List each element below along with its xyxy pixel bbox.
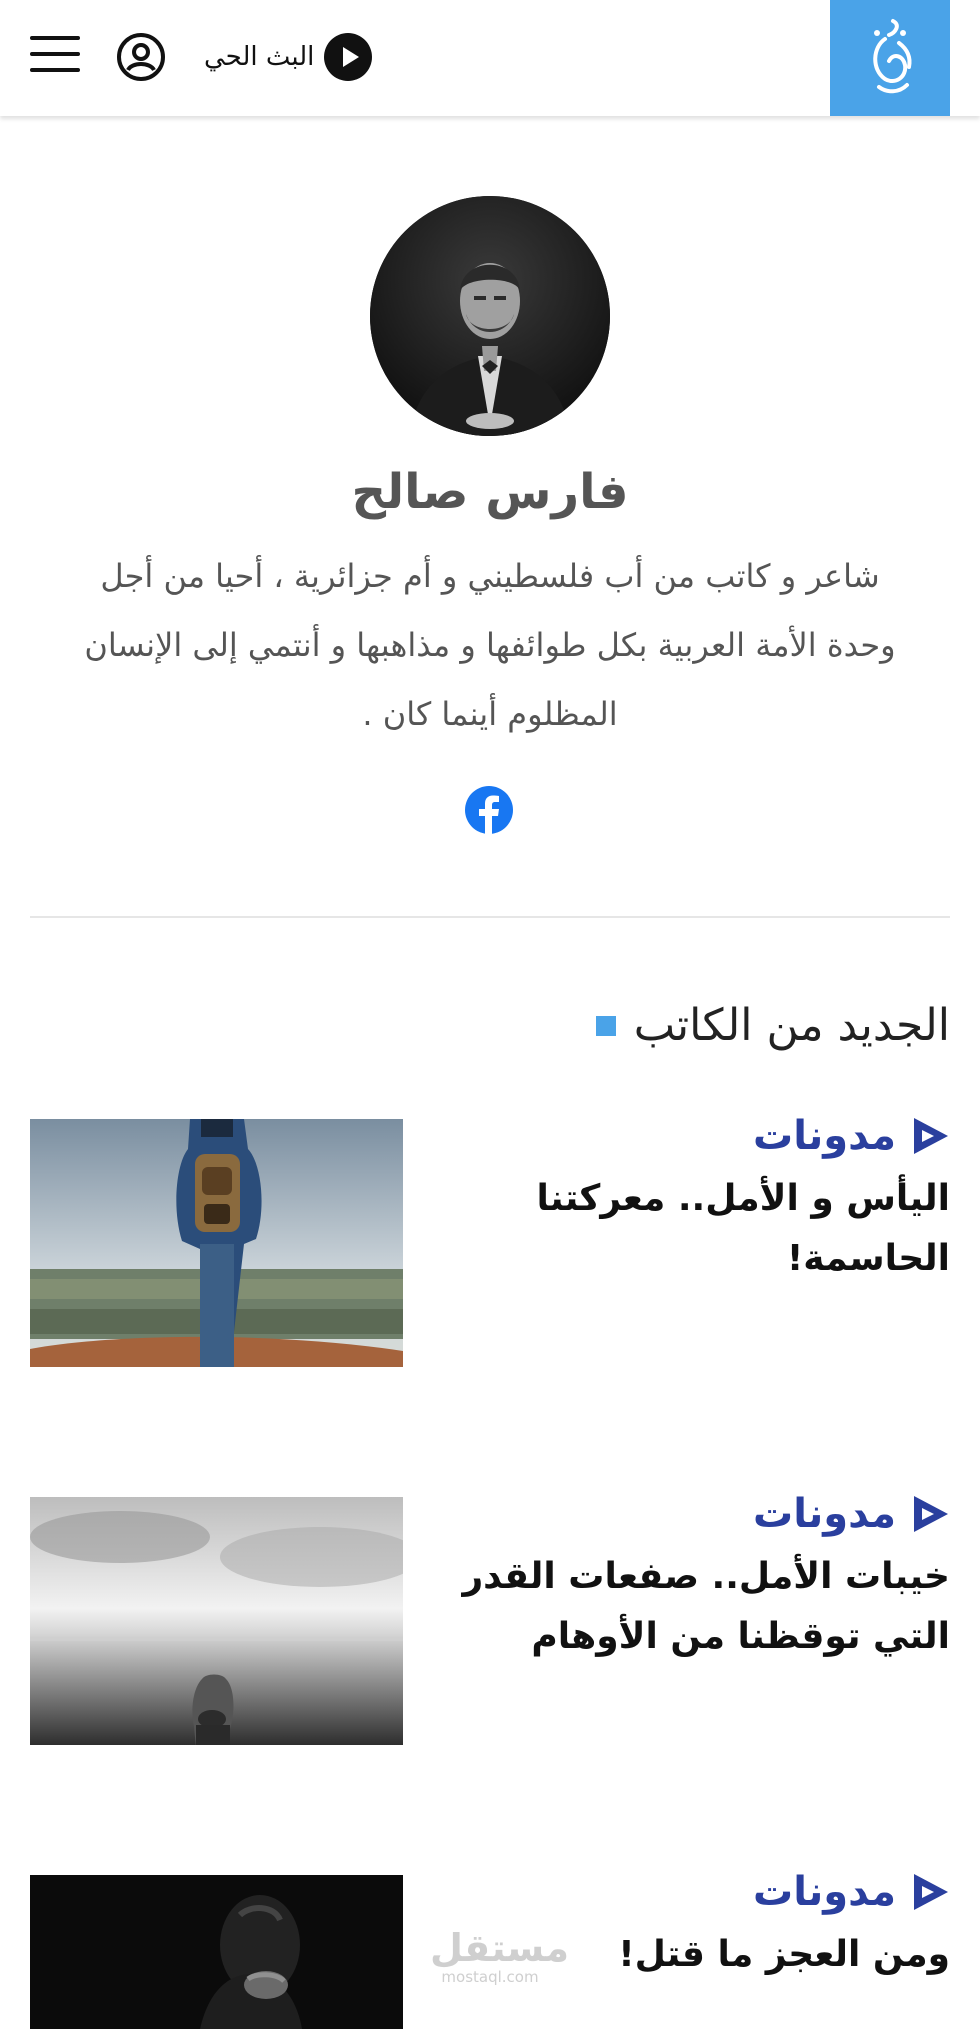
author-avatar [370,196,610,436]
section-title: الجديد من الكاتب [633,1000,950,1051]
user-account-icon[interactable] [116,32,166,82]
watermark-latin: mostaql.com [441,1968,539,1986]
facebook-icon[interactable] [465,786,513,834]
author-bio: شاعر و كاتب من أب فلسطيني و أم جزائرية ،… [84,557,896,733]
aljazeera-logo[interactable] [830,0,950,116]
article-category-label: مدونات [753,1113,896,1159]
article-card[interactable]: مدونات اليأس و الأمل.. معركتنا الحاسمة! [30,1113,950,1369]
article-meta: مدونات اليأس و الأمل.. معركتنا الحاسمة! [430,1113,951,1289]
article-thumbnail[interactable] [30,1875,403,2029]
live-stream-label: البث الحي [204,42,315,72]
section-divider [30,916,950,918]
hamburger-menu-icon[interactable] [30,36,80,76]
category-arrow-icon [914,1874,948,1910]
section-heading: الجديد من الكاتب [595,1000,950,1051]
article-title[interactable]: اليأس و الأمل.. معركتنا الحاسمة! [430,1169,951,1289]
section-marker-icon [595,1015,616,1036]
top-header: البث الحي [0,0,980,116]
article-meta: مدونات خيبات الأمل.. صفعات القدر التي تو… [430,1491,950,1667]
article-thumbnail[interactable] [30,1119,403,1367]
author-name: فارس صالح [351,464,629,520]
article-category[interactable]: مدونات [430,1491,950,1537]
article-card[interactable]: مدونات خيبات الأمل.. صفعات القدر التي تو… [30,1491,950,1747]
category-arrow-icon [914,1118,948,1154]
aljazeera-logo-icon [873,19,912,94]
category-arrow-icon [914,1496,948,1532]
watermark-arabic: مستقل [430,1926,569,1970]
article-category-label: مدونات [753,1491,896,1537]
live-stream-button[interactable]: البث الحي [204,32,373,82]
article-category-label: مدونات [753,1869,896,1915]
article-thumbnail[interactable] [30,1497,403,1745]
mostaql-watermark: مستقل mostaql.com [430,1926,569,1986]
article-category[interactable]: مدونات [430,1113,950,1159]
article-category[interactable]: مدونات [430,1869,950,1915]
article-title[interactable]: خيبات الأمل.. صفعات القدر التي توقظنا من… [430,1547,950,1667]
play-icon [324,33,373,81]
